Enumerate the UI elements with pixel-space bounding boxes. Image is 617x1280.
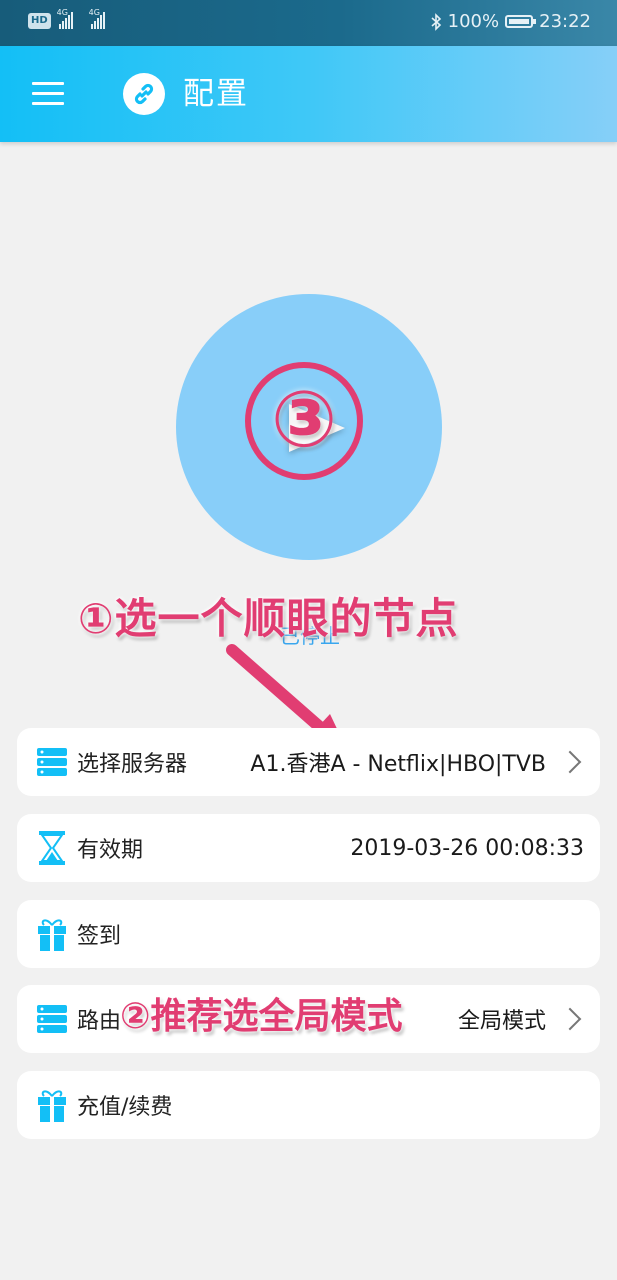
step1-annotation: ①选一个顺眼的节点 [78,594,459,643]
row-label: 签到 [77,924,122,949]
gift-icon [37,1088,67,1122]
clock: 23:22 [539,11,591,32]
step3-annotation: ③ [245,362,363,480]
server-icon [37,745,67,779]
row-value: A1.香港A - Netflix|HBO|TVB [250,752,546,777]
server-icon [37,1002,67,1036]
hd-badge: HD [28,13,51,29]
hamburger-menu-icon[interactable] [32,82,64,106]
page-title: 配置 [183,76,249,112]
gift-icon [37,917,67,951]
select-server-row[interactable]: 选择服务器 A1.香港A - Netflix|HBO|TVB [17,728,600,796]
status-right: 100% 23:22 [430,11,591,32]
row-label: 路由 [77,1009,122,1034]
row-value: 全局模式 [457,1009,546,1034]
signal-icon: 4G [57,8,73,29]
row-label: 充值/续费 [77,1095,173,1120]
row-value: 2019-03-26 00:08:33 [350,835,584,861]
recharge-row[interactable]: 充值/续费 [17,1071,600,1139]
row-label: 选择服务器 [77,752,188,777]
network-type-1: 4G [56,8,68,17]
row-label: 有效期 [77,838,144,863]
status-bar: HD 4G 4G 100% 23:22 [0,0,617,46]
app-bar: 配置 [0,46,617,142]
link-icon [123,73,165,115]
hourglass-icon [37,831,67,865]
chevron-right-icon [558,750,582,774]
check-in-row[interactable]: 签到 [17,900,600,968]
step2-annotation: ②推荐选全局模式 [120,996,403,1037]
bluetooth-icon [431,12,441,31]
status-left: HD 4G 4G [28,8,105,29]
expiry-row: 有效期 2019-03-26 00:08:33 [17,814,600,882]
chevron-right-icon [558,1007,582,1031]
signal-icon: 4G [89,8,105,29]
battery-percent: 100% [447,11,500,32]
network-type-2: 4G [88,8,100,17]
battery-icon [505,15,537,28]
